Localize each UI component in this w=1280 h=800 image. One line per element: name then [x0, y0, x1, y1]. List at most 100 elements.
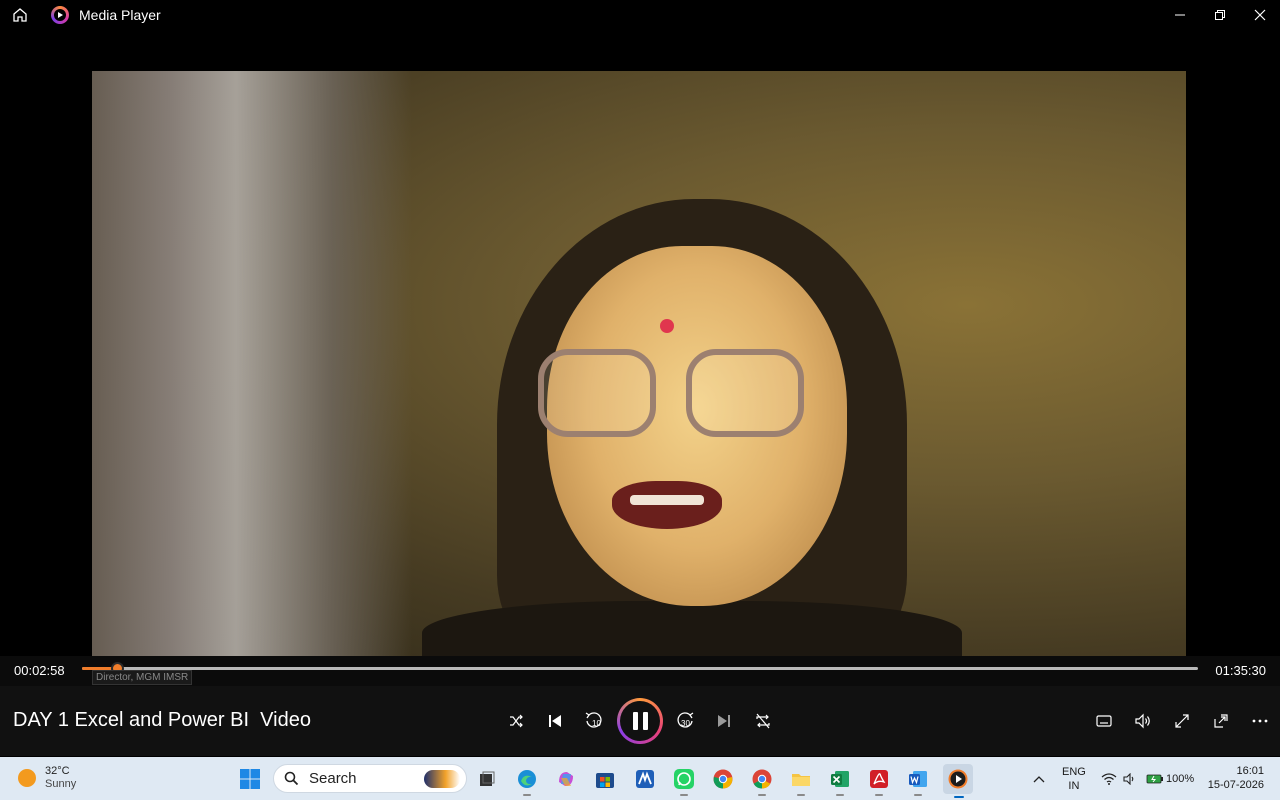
next-button[interactable] — [711, 708, 737, 734]
miniplayer-icon — [1214, 714, 1228, 728]
acrobat-icon — [870, 770, 888, 788]
language-code: ENG — [1062, 765, 1086, 778]
total-time: 01:35:30 — [1215, 663, 1266, 678]
taskbar-ms-app[interactable] — [632, 766, 658, 792]
previous-button[interactable] — [542, 708, 568, 734]
speaker-shoulders — [422, 601, 962, 656]
task-view-button[interactable] — [474, 766, 500, 792]
volume-button[interactable] — [1130, 708, 1156, 734]
store-icon — [596, 773, 614, 788]
weather-widget[interactable]: 32°C Sunny — [18, 765, 76, 791]
word-icon — [909, 771, 927, 787]
media-title: DAY 1 Excel and Power BI Video — [13, 709, 311, 731]
whatsapp-icon — [674, 769, 694, 789]
search-label: Search — [309, 770, 357, 787]
rewind-10-button[interactable]: 10 — [581, 708, 607, 734]
volume-tray-button[interactable] — [1123, 757, 1137, 800]
pause-button[interactable] — [617, 698, 663, 744]
video-background — [92, 71, 412, 656]
minimize-icon — [1175, 14, 1185, 16]
miniplayer-button[interactable] — [1208, 708, 1234, 734]
taskbar-acrobat[interactable] — [866, 766, 892, 796]
media-player-app-icon — [51, 6, 69, 24]
network-button[interactable] — [1101, 757, 1117, 800]
svg-text:10: 10 — [592, 719, 601, 728]
clock-time: 16:01 — [1236, 765, 1264, 777]
shuffle-icon — [510, 714, 523, 728]
seek-bar[interactable] — [82, 662, 1198, 675]
pause-icon — [632, 712, 648, 730]
taskbar-copilot[interactable] — [553, 766, 579, 792]
more-icon — [1252, 719, 1268, 723]
next-icon — [718, 715, 730, 727]
forward-icon: 30 — [677, 712, 694, 728]
video-frame[interactable] — [92, 71, 1186, 656]
taskbar-chrome-2[interactable] — [749, 766, 775, 796]
taskbar-word[interactable] — [905, 766, 931, 796]
battery-percent: 100% — [1166, 772, 1195, 785]
repeat-off-icon — [756, 713, 770, 729]
taskbar: 32°C Sunny Search ENG IN 100% 16:01 15-0… — [0, 757, 1280, 800]
language-region: IN — [1068, 779, 1080, 792]
playback-controls: DAY 1 Excel and Power BI Video 10 30 — [0, 686, 1280, 756]
ms-app-icon — [636, 770, 654, 788]
speaker-bindi — [660, 319, 674, 333]
forward-30-button[interactable]: 30 — [672, 708, 698, 734]
task-view-icon — [480, 771, 495, 786]
home-button[interactable] — [0, 0, 40, 30]
speaker-icon — [1123, 772, 1134, 785]
edge-icon — [518, 770, 536, 788]
taskbar-edge[interactable] — [514, 766, 540, 796]
minimize-button[interactable] — [1160, 0, 1200, 30]
taskbar-chrome[interactable] — [710, 766, 736, 792]
video-caption-tooltip: Director, MGM IMSR — [92, 670, 193, 685]
tray-overflow-button[interactable] — [1033, 757, 1045, 800]
search-icon — [284, 771, 299, 786]
title-bar: Media Player — [0, 0, 1280, 30]
rewind-icon: 10 — [585, 712, 602, 728]
clock-date: 15-07-2026 — [1207, 779, 1264, 791]
video-area[interactable] — [0, 30, 1280, 656]
wifi-icon — [1101, 772, 1117, 785]
taskbar-store[interactable] — [592, 766, 618, 792]
fullscreen-icon — [1175, 714, 1189, 728]
taskbar-excel[interactable] — [827, 766, 853, 796]
start-button[interactable] — [237, 766, 263, 792]
copilot-icon — [559, 772, 573, 786]
subtitles-button[interactable] — [1091, 708, 1117, 734]
close-icon — [1254, 9, 1266, 21]
taskbar-search[interactable]: Search — [273, 764, 467, 793]
speaker-mouth — [612, 481, 722, 529]
chrome-icon — [713, 769, 733, 789]
restore-button[interactable] — [1200, 0, 1240, 30]
taskbar-file-explorer[interactable] — [788, 766, 814, 796]
sunny-icon — [18, 769, 36, 787]
repeat-button[interactable] — [750, 708, 776, 734]
media-player-icon — [948, 769, 968, 789]
app-title: Media Player — [79, 7, 161, 23]
clock[interactable]: 16:01 15-07-2026 — [1208, 764, 1264, 792]
more-options-button[interactable] — [1247, 708, 1273, 734]
home-icon — [13, 8, 27, 22]
restore-icon — [1215, 10, 1225, 20]
close-button[interactable] — [1240, 0, 1280, 30]
subtitles-icon — [1096, 715, 1112, 727]
previous-icon — [549, 715, 561, 727]
windows-icon — [240, 769, 260, 789]
fullscreen-button[interactable] — [1169, 708, 1195, 734]
svg-text:30: 30 — [681, 719, 690, 728]
taskbar-whatsapp[interactable] — [671, 766, 697, 796]
weather-condition: Sunny — [45, 778, 77, 790]
shuffle-button[interactable] — [503, 708, 529, 734]
seek-bar-row: 00:02:58 Director, MGM IMSR 01:35:30 — [0, 656, 1280, 686]
taskbar-media-player[interactable] — [943, 764, 973, 798]
current-time: 00:02:58 — [14, 663, 65, 678]
weather-temperature: 32°C — [45, 765, 70, 777]
speaker-glasses — [538, 349, 804, 441]
chrome-icon — [752, 769, 772, 789]
battery-charging-icon — [1146, 774, 1163, 784]
folder-icon — [792, 774, 810, 786]
language-indicator[interactable]: ENG IN — [1062, 757, 1086, 800]
excel-icon — [831, 771, 849, 787]
battery-indicator[interactable]: 100% — [1146, 757, 1194, 800]
